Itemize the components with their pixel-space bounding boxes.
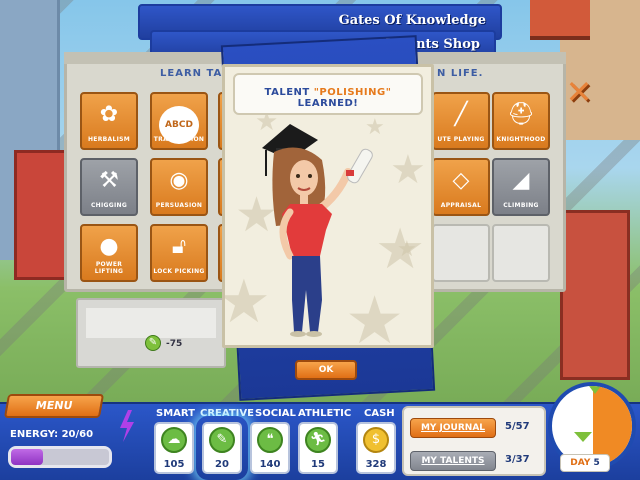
talent-tile-empty (492, 224, 550, 282)
lightning-bolt-icon (120, 410, 134, 442)
creative-pencil-icon: ✎ (145, 335, 161, 351)
talent-tile-empty (432, 224, 490, 282)
talent-tile-lock-picking[interactable]: 🔓︎ LOCK PICKING (150, 224, 208, 282)
stat-social-value: 140 (259, 459, 281, 470)
stat-cash[interactable]: $ 328 (356, 422, 396, 474)
talent-name: "POLISHING" (313, 87, 392, 98)
talent-tile-chigging[interactable]: ⚒ CHIGGING (80, 158, 138, 216)
ok-button[interactable]: OK (295, 360, 357, 380)
talent-info-body (86, 308, 216, 338)
talent-label: HERBALISM (87, 136, 130, 143)
stat-creative[interactable]: ✎ 20 (202, 422, 242, 474)
pencil-icon: ✎ (209, 427, 235, 453)
talent-label: APPRAISAL (440, 202, 482, 209)
day-label: DAY (570, 458, 591, 468)
my-talents-button[interactable]: MY TALENTS (410, 451, 496, 471)
energy-track (11, 449, 109, 465)
in-life-title: N LIFE. (437, 68, 484, 79)
background-building (560, 210, 630, 380)
climbing-icon: ◢ (512, 168, 530, 193)
talent-info-panel (76, 298, 226, 368)
stat-head-smart: SMART (156, 408, 195, 419)
talent-label: POWER LIFTING (94, 261, 124, 275)
talent-tile-herbalism[interactable]: ✿ HERBALISM (80, 92, 138, 150)
diamond-icon: ◇ (452, 168, 470, 193)
stat-social[interactable]: ❝ 140 (250, 422, 290, 474)
clock-pointer-icon (574, 432, 592, 442)
stat-athletic[interactable]: 🏃︎ 15 (298, 422, 338, 474)
talents-count: 3/37 (505, 454, 530, 465)
talent-tile-persuasion[interactable]: ◉ PERSUASION (150, 158, 208, 216)
stat-head-cash: CASH (364, 408, 395, 419)
popup-title-box: TALENT "POLISHING" LEARNED! (233, 73, 423, 115)
close-button[interactable]: ✕ (564, 76, 594, 108)
talent-learned-popup: ★ ★ ★ ★ ★ ★ ★ ★ TALENT "POLISHING" LEARN… (222, 64, 434, 348)
brain-icon: ☁ (161, 427, 187, 453)
talent-label: LOCK PICKING (153, 268, 205, 275)
stat-athletic-value: 15 (311, 459, 325, 470)
energy-fill (11, 449, 44, 465)
talent-label: KNIGHTHOOD (496, 136, 546, 143)
menu-button[interactable]: MENU (3, 394, 105, 418)
talent-label: CLIMBING (503, 202, 539, 209)
flower-icon: ✿ (99, 102, 119, 127)
talent-tile-knighthood[interactable]: ⛑ KNIGHTHOOD (492, 92, 550, 150)
energy-label: ENERGY: 20/60 (10, 429, 94, 440)
talent-cost: -75 (166, 339, 183, 349)
talent-tile-power-lifting[interactable]: ● POWER LIFTING (80, 224, 138, 282)
talent-tile-flute-playing[interactable]: ╱ UTE PLAYING (432, 92, 490, 150)
pagoda-roof (530, 0, 590, 40)
lock-icon: 🔓︎ (171, 234, 187, 259)
hammer-icon: ⚒ (99, 168, 119, 193)
talent-label: PERSUASION (155, 202, 203, 209)
flute-icon: ╱ (454, 102, 468, 127)
helmet-icon: ⛑ (507, 102, 535, 127)
energy-bar (8, 446, 112, 468)
stat-cash-value: 328 (365, 459, 387, 470)
day-value: 5 (593, 458, 600, 468)
talent-tile-translation[interactable]: ABCD TRANSLATION (150, 92, 208, 150)
talent-label: CHIGGING (90, 202, 128, 209)
stat-creative-value: 20 (215, 459, 229, 470)
kettlebell-icon: ● (99, 234, 119, 259)
popup-title: TALENT "POLISHING" LEARNED! (235, 87, 421, 109)
stat-head-athletic: ATHLETIC (298, 408, 352, 419)
clock-marker (589, 386, 601, 394)
gates-card-title: Gates Of Knowledge (338, 13, 486, 28)
my-journal-button[interactable]: MY JOURNAL (410, 418, 496, 438)
stat-smart[interactable]: ☁ 105 (154, 422, 194, 474)
day-indicator: DAY 5 (560, 454, 610, 472)
dollar-icon: $ (363, 427, 389, 453)
stat-head-social: SOCIAL (255, 408, 296, 419)
talent-tile-climbing[interactable]: ◢ CLIMBING (492, 158, 550, 216)
running-figure-icon: 🏃︎ (305, 427, 331, 453)
popup-title-prefix: TALENT (264, 87, 314, 98)
talent-label: TRANSLATION (153, 136, 205, 143)
talent-tile-appraisal[interactable]: ◇ APPRAISAL (432, 158, 490, 216)
talent-label: UTE PLAYING (437, 136, 485, 143)
eye-icon: ◉ (169, 168, 189, 193)
popup-title-suffix: LEARNED! (297, 98, 359, 109)
journal-count: 5/57 (505, 421, 530, 432)
stat-smart-value: 105 (163, 459, 185, 470)
speech-bubbles-icon: ❝ (257, 427, 283, 453)
